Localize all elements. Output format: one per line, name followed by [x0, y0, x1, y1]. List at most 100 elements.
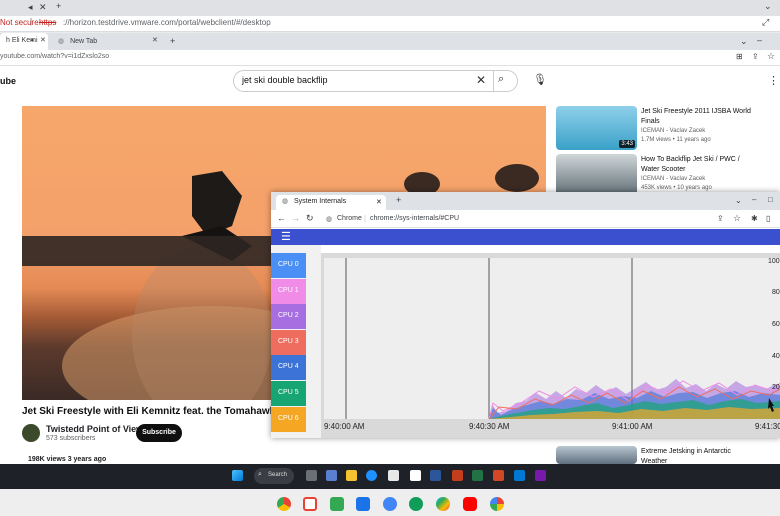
https-label: https	[39, 18, 57, 27]
menu-icon[interactable]: ☰	[281, 230, 291, 243]
cpu-chart-svg: 9:40:00 AM 9:40:30 AM 9:41:00 AM 9:41:30…	[321, 253, 780, 438]
chevron-down-icon[interactable]: ⌄	[764, 1, 772, 12]
classroom-icon[interactable]	[330, 497, 344, 511]
more-vert-icon[interactable]: ⋮	[768, 74, 779, 87]
cpu-0-button[interactable]: CPU 0	[271, 253, 306, 278]
y-axis-label: 40	[772, 353, 780, 360]
recommendation-channel: ICEMAN - Vaclav Zacek	[641, 128, 706, 134]
back-icon[interactable]: ◂	[28, 2, 33, 13]
chrome-icon: ◍	[326, 216, 333, 223]
time-label: 9:41:30	[755, 422, 780, 431]
recommendation-thumbnail[interactable]: 3:43	[556, 106, 637, 150]
outlook-icon[interactable]	[514, 470, 525, 481]
share-icon[interactable]: ⇪	[717, 214, 724, 223]
close-tab-icon[interactable]: ✕	[152, 36, 158, 44]
views-and-date: 198K views 3 years ago	[28, 456, 107, 463]
tab-new[interactable]: ◍ New Tab ✕	[52, 33, 162, 50]
speaker-icon: ◂	[30, 37, 34, 44]
cpu-usage-chart: 9:40:00 AM 9:40:30 AM 9:41:00 AM 9:41:30…	[321, 253, 780, 438]
reload-icon[interactable]: ↻	[306, 213, 314, 224]
outer-url[interactable]: ://horizon.testdrive.vmware.com/portal/w…	[63, 18, 271, 27]
cpu-2-button[interactable]: CPU 2	[271, 304, 306, 329]
clear-search-icon[interactable]: ✕	[476, 73, 486, 87]
outer-zoom-icon[interactable]: ⤢	[762, 17, 769, 28]
close-tab-icon[interactable]: ✕	[39, 2, 47, 13]
microphone-icon[interactable]: 🎙	[533, 73, 547, 86]
files-icon[interactable]	[356, 497, 370, 511]
tab-title: System Internals	[294, 198, 347, 205]
search-input-value[interactable]: jet ski double backflip	[242, 75, 328, 85]
side-panel-icon[interactable]: ▯	[766, 214, 770, 223]
avatar[interactable]	[22, 424, 40, 442]
minimize-icon[interactable]: –	[757, 35, 762, 45]
recommendation-title[interactable]: Jet Ski Freestyle 2011 IJSBA World Final…	[641, 107, 751, 127]
inner-url[interactable]: youtube.com/watch?v=i1dZxslo2so	[0, 53, 109, 60]
tab-system-internals[interactable]: ◍ System Internals ✕	[276, 195, 386, 210]
minimize-icon[interactable]: –	[752, 195, 756, 204]
y-axis-label: 20	[772, 384, 780, 391]
start-icon[interactable]	[232, 470, 243, 481]
forward-arrow-icon[interactable]: →	[291, 213, 300, 223]
cpu-6-button[interactable]: CPU 6	[271, 407, 306, 432]
new-tab-icon[interactable]: +	[396, 195, 401, 205]
excel-icon[interactable]	[472, 470, 483, 481]
recommendation-meta: 1.7M views • 11 years ago	[641, 137, 711, 143]
recommendation-meta: 453K views • 10 years ago	[641, 185, 712, 191]
time-label: 9:41:00 AM	[612, 422, 653, 431]
onenote-icon[interactable]	[535, 470, 546, 481]
bookmark-star-icon[interactable]: ☆	[767, 51, 775, 62]
meet-icon[interactable]	[409, 497, 423, 511]
task-view-icon[interactable]	[306, 470, 317, 481]
y-axis-label: 80	[772, 289, 780, 296]
subscriber-count: 573 subscribers	[46, 435, 96, 442]
recommendation-title[interactable]: How To Backflip Jet Ski / PWC / Water Sc…	[641, 155, 751, 175]
new-tab-icon[interactable]: +	[56, 1, 61, 11]
chrome-app-icon[interactable]	[277, 497, 291, 511]
youtube-app-icon[interactable]	[463, 497, 477, 511]
inner-address-bar[interactable]	[0, 50, 780, 66]
edge-icon[interactable]	[366, 470, 377, 481]
chrome-icon: ◍	[282, 198, 289, 205]
access-icon[interactable]	[452, 470, 463, 481]
chevron-down-icon[interactable]: ⌄	[735, 196, 742, 205]
tab-new-label: New Tab	[70, 38, 98, 45]
gmail-icon[interactable]	[303, 497, 317, 511]
recommendation-thumbnail[interactable]	[556, 446, 637, 464]
cpu-4-button[interactable]: CPU 4	[271, 355, 306, 380]
subscribe-button[interactable]: Subscribe	[136, 424, 182, 442]
taskbar-search[interactable]: ⌕ Search	[254, 468, 294, 484]
chrome-label: Chrome	[337, 215, 362, 222]
back-arrow-icon[interactable]: ←	[277, 213, 286, 223]
widgets-icon[interactable]	[326, 470, 337, 481]
install-icon[interactable]: ⊞	[736, 52, 743, 61]
taskbar-search-label: Search	[268, 472, 288, 478]
store-icon[interactable]	[388, 470, 399, 481]
youtube-logo[interactable]: ube	[0, 76, 16, 86]
powerpoint-icon[interactable]	[493, 470, 504, 481]
play-store-icon[interactable]	[436, 497, 450, 511]
close-tab-icon[interactable]: ✕	[40, 36, 46, 44]
cpu-3-button[interactable]: CPU 3	[271, 330, 306, 355]
channel-name[interactable]: Twistedd Point of View	[46, 424, 143, 434]
outer-tab-strip: ◂ ✕ + ⌄	[0, 0, 780, 16]
not-secure-label: Not secure	[0, 18, 39, 27]
tab-youtube[interactable]: h Eli Kemi ◂ ✕	[0, 33, 48, 50]
share-icon[interactable]: ⇪	[752, 52, 759, 61]
word-icon[interactable]	[430, 470, 441, 481]
chevron-down-icon[interactable]: ⌄	[740, 36, 748, 47]
file-explorer-icon[interactable]	[346, 470, 357, 481]
cpu-5-button[interactable]: CPU 5	[271, 381, 306, 406]
new-tab-icon[interactable]: +	[170, 36, 175, 46]
sys-app-header: ☰	[271, 229, 780, 245]
divider	[493, 70, 494, 92]
close-tab-icon[interactable]: ✕	[376, 198, 382, 206]
extensions-icon[interactable]: ✱	[751, 214, 758, 223]
sys-url[interactable]: chrome://sys-internals/#CPU	[370, 215, 459, 222]
chat-icon[interactable]	[383, 497, 397, 511]
search-icon[interactable]: ⌕	[498, 73, 504, 86]
maximize-icon[interactable]: □	[768, 195, 773, 204]
photos-icon[interactable]	[490, 497, 504, 511]
bookmark-star-icon[interactable]: ☆	[733, 213, 741, 224]
notepad-icon[interactable]	[410, 470, 421, 481]
cpu-1-button[interactable]: CPU 1	[271, 279, 306, 304]
